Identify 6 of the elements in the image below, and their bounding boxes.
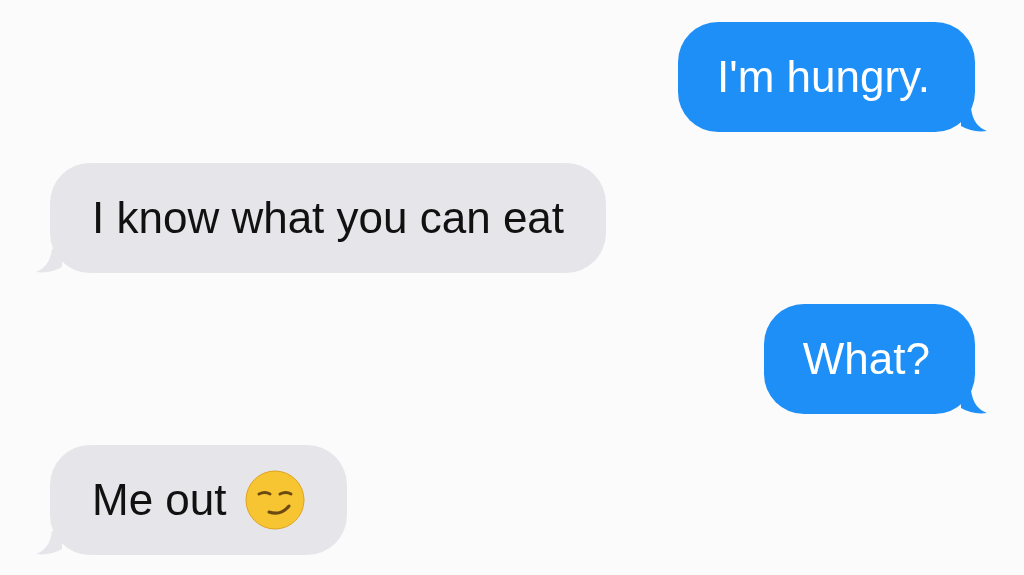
bubble-tail	[961, 108, 987, 132]
message-bubble: Me out	[50, 445, 347, 555]
bubble-tail	[961, 390, 987, 414]
message-bubble: I know what you can eat	[50, 163, 607, 273]
message-bubble: What?	[763, 304, 975, 414]
message-bubble: I'm hungry.	[678, 22, 975, 132]
